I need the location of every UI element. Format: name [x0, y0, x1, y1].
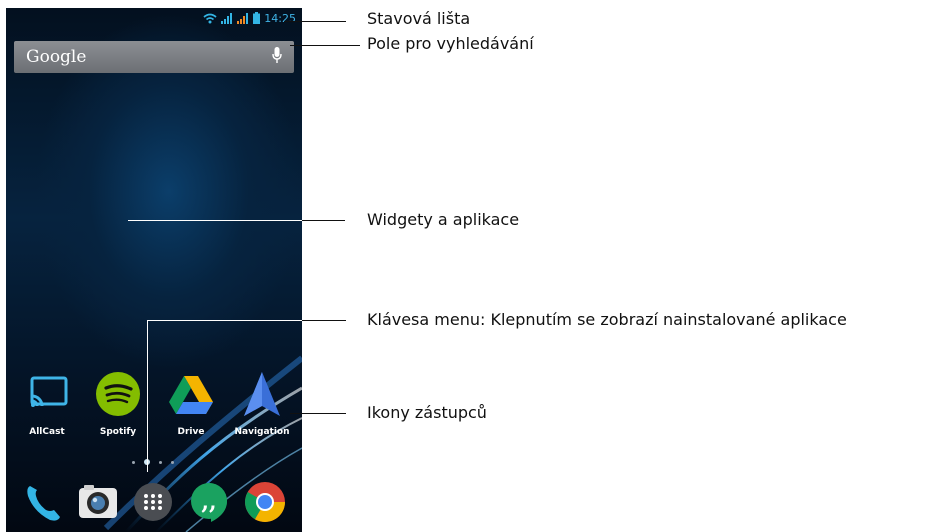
- page-dot: [159, 460, 162, 464]
- navigation-icon: [238, 370, 286, 418]
- phone-icon[interactable]: [20, 480, 64, 524]
- label-status-bar: Stavová lišta: [367, 9, 471, 28]
- page-indicator: [132, 459, 174, 465]
- shortcut-label: Spotify: [99, 427, 137, 437]
- shortcut-drive[interactable]: Drive: [154, 370, 228, 437]
- svg-text:,,: ,,: [201, 489, 216, 515]
- shortcut-spotify[interactable]: Spotify: [81, 370, 155, 437]
- search-bar[interactable]: Google: [14, 41, 294, 73]
- mic-icon[interactable]: [272, 47, 282, 65]
- shortcut-label: Navigation: [234, 427, 290, 437]
- spotify-icon: [94, 370, 142, 418]
- callout-line-menu-ext: [302, 320, 346, 321]
- google-logo: Google: [26, 47, 87, 67]
- callout-line-search: [290, 45, 360, 46]
- shortcut-label: AllCast: [29, 427, 65, 437]
- callout-line-status-bar: [284, 21, 346, 22]
- label-widgets: Widgety a aplikace: [367, 210, 520, 229]
- shortcut-allcast[interactable]: AllCast: [10, 370, 84, 437]
- status-bar: 14:25: [203, 10, 296, 26]
- chrome-icon[interactable]: [243, 480, 287, 524]
- camera-icon[interactable]: [76, 480, 120, 524]
- label-shortcuts: Ikony zástupců: [367, 403, 487, 422]
- wallpaper-waves: [103, 355, 302, 532]
- signal-icon: [221, 12, 233, 24]
- page-dot: [171, 460, 174, 464]
- drive-icon: [167, 370, 215, 418]
- signal-icon: [237, 12, 249, 24]
- clock: 14:25: [264, 11, 296, 25]
- callout-line-menu: [147, 320, 302, 321]
- shortcut-label: Drive: [177, 427, 205, 437]
- callout-line-widgets-ext: [302, 220, 345, 221]
- label-menu-key: Klávesa menu: Klepnutím se zobrazí nains…: [367, 310, 847, 329]
- menu-key-pointer: [147, 320, 148, 472]
- cast-icon: [23, 370, 71, 418]
- battery-icon: [253, 12, 261, 24]
- shortcut-navigation[interactable]: Navigation: [225, 370, 299, 437]
- hangouts-icon[interactable]: ,,: [187, 480, 231, 524]
- wifi-icon: [203, 13, 217, 23]
- label-search: Pole pro vyhledávání: [367, 34, 534, 53]
- app-drawer-icon[interactable]: [131, 480, 175, 524]
- page-dot: [132, 460, 135, 464]
- callout-line-shortcuts: [290, 413, 346, 414]
- phone-screen: 14:25 Google AllCast Spotify Drive Navig…: [6, 8, 302, 532]
